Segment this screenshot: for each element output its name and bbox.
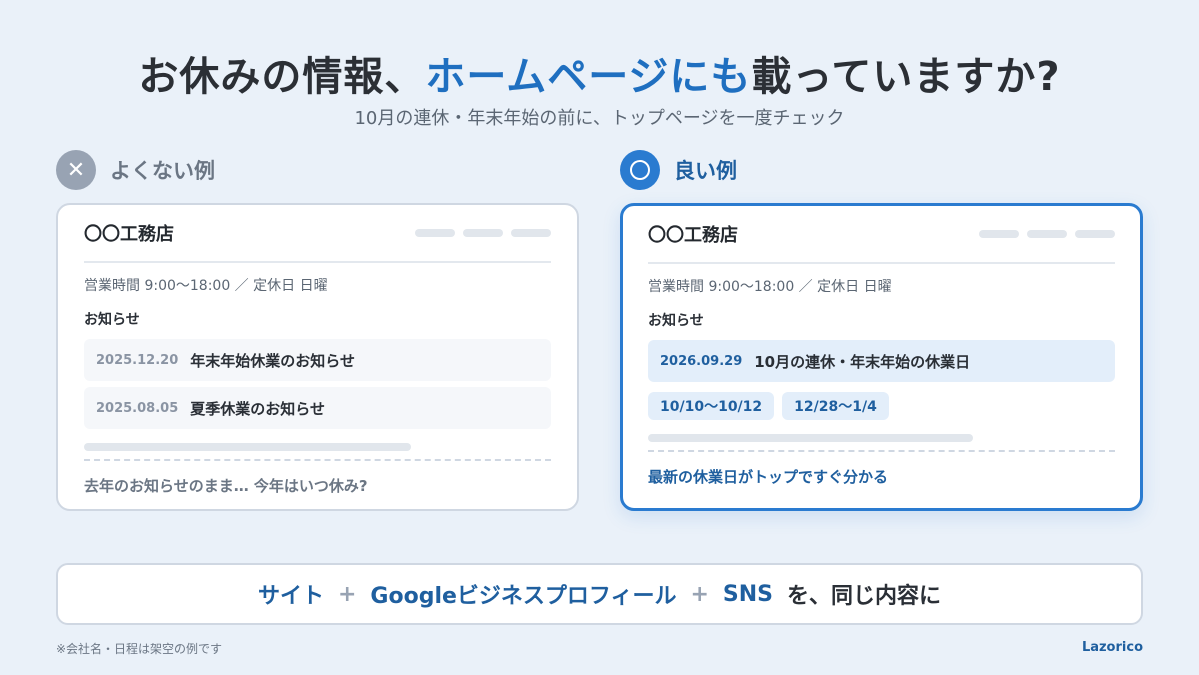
news-title: 年末年始休業のお知らせ [190, 351, 355, 370]
site-name: 〇〇工務店 [84, 224, 174, 245]
good-example-card: 〇〇工務店 営業時間 9:00〜18:00 ／ 定休日 日曜 お知らせ 2026… [620, 203, 1143, 511]
banner-suffix: を、同じ内容に [787, 584, 942, 609]
banner-google: Googleビジネスプロフィール [370, 584, 677, 609]
news-date: 2026.09.29 [660, 353, 743, 369]
sync-banner: サイト + Googleビジネスプロフィール + SNS を、同じ内容に [56, 563, 1143, 625]
bad-example-card: 〇〇工務店 営業時間 9:00〜18:00 ／ 定休日 日曜 お知らせ 2025… [56, 203, 579, 511]
holiday-tag: 12/28〜1/4 [782, 392, 889, 420]
brand-logo: Lazorico [1081, 640, 1143, 655]
divider [84, 459, 551, 461]
title-part1: お休みの情報、 [138, 54, 426, 100]
banner-site: サイト [257, 584, 324, 609]
title-part2: 載っていますか? [751, 54, 1061, 100]
nav-placeholder [415, 229, 551, 237]
news-item: 2025.08.05 夏季休業のお知らせ [84, 387, 551, 429]
holiday-tag: 10/10〜10/12 [648, 392, 775, 420]
bad-example-heading: ✕ よくない例 [56, 150, 215, 190]
page-subtitle: 10月の連休・年末年始の前に、トップページを一度チェック [354, 108, 845, 129]
news-item-highlighted: 2026.09.29 10月の連休・年末年始の休業日 [648, 340, 1115, 382]
circle-check-icon [620, 150, 660, 190]
business-hours: 営業時間 9:00〜18:00 ／ 定休日 日曜 [648, 279, 892, 295]
news-date: 2025.12.20 [96, 352, 179, 368]
plus-icon: + [337, 581, 357, 607]
site-header: 〇〇工務店 [648, 206, 1115, 264]
nav-placeholder [979, 230, 1115, 238]
title-accent: ホームページにも [425, 54, 752, 100]
banner-sns: SNS [722, 581, 774, 607]
holiday-tags: 10/10〜10/12 12/28〜1/4 [648, 392, 1115, 420]
page-title: お休みの情報、ホームページにも載っていますか? [0, 44, 1199, 102]
site-name: 〇〇工務店 [648, 225, 738, 246]
content-placeholder [84, 443, 411, 451]
good-example-heading: 良い例 [620, 150, 737, 190]
news-title: 夏季休業のお知らせ [190, 399, 325, 418]
notice-heading: お知らせ [84, 312, 140, 328]
notice-heading: お知らせ [648, 313, 704, 329]
card-footer-note: 最新の休業日がトップですぐ分かる [648, 468, 889, 486]
good-example-label: 良い例 [674, 159, 737, 183]
business-hours: 営業時間 9:00〜18:00 ／ 定休日 日曜 [84, 278, 328, 294]
bad-example-label: よくない例 [110, 159, 215, 183]
card-footer-note: 去年のお知らせのまま… 今年はいつ休み? [84, 477, 368, 495]
divider [648, 450, 1115, 452]
plus-icon: + [690, 581, 709, 607]
news-title: 10月の連休・年末年始の休業日 [754, 352, 971, 371]
content-placeholder [648, 434, 973, 442]
disclaimer-note: ※会社名・日程は架空の例です [56, 642, 223, 656]
news-item: 2025.12.20 年末年始休業のお知らせ [84, 339, 551, 381]
news-date: 2025.08.05 [96, 400, 179, 416]
site-header: 〇〇工務店 [84, 205, 551, 263]
cross-icon: ✕ [56, 150, 96, 190]
